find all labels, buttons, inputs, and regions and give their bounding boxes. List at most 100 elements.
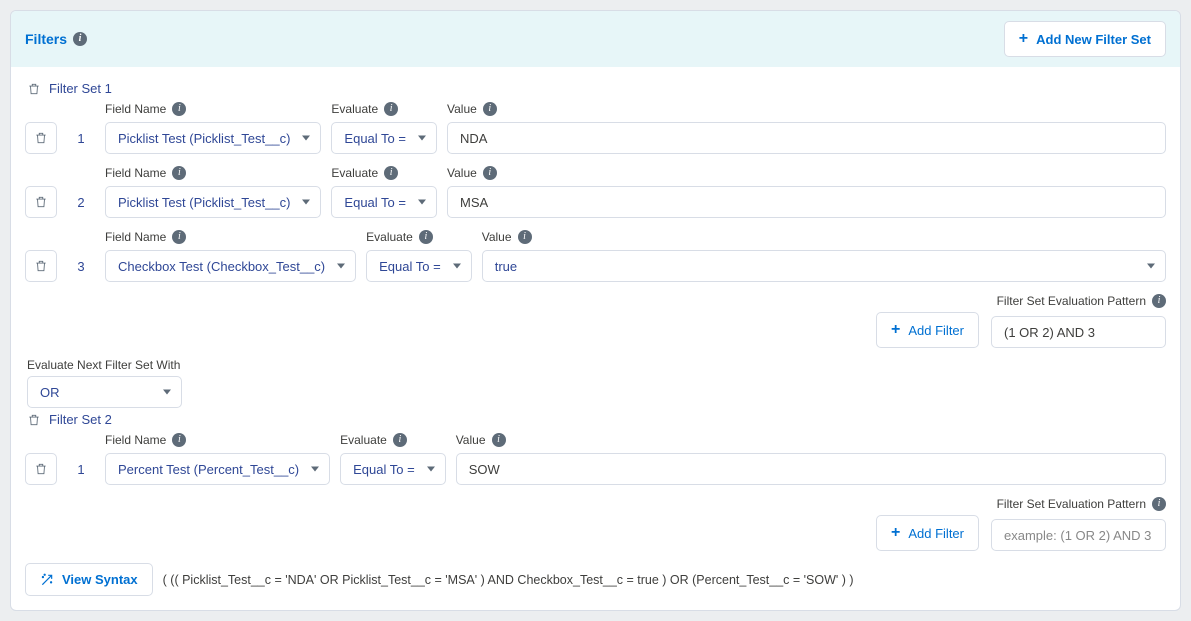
info-icon[interactable]: i — [384, 166, 398, 180]
evaluate-label: Evaluatei — [331, 166, 437, 180]
row-lead: 3 — [25, 250, 95, 282]
info-icon[interactable]: i — [73, 32, 87, 46]
add-new-filter-set-label: Add New Filter Set — [1036, 32, 1151, 47]
view-syntax-label: View Syntax — [62, 572, 138, 587]
evaluate-column: Evaluatei Equal To = — [331, 166, 437, 218]
value-label: Valuei — [447, 102, 1166, 116]
pattern-input[interactable]: (1 OR 2) AND 3 — [991, 316, 1166, 348]
wand-icon — [40, 573, 54, 587]
value-label: Valuei — [456, 433, 1166, 447]
info-icon[interactable]: i — [393, 433, 407, 447]
info-icon[interactable]: i — [172, 433, 186, 447]
filter-row: 3 Field Namei Checkbox Test (Checkbox_Test… — [25, 230, 1166, 282]
row-lead: 1 — [25, 453, 95, 485]
pattern-input[interactable]: example: (1 OR 2) AND 3 — [991, 519, 1166, 551]
row-lead: 2 — [25, 186, 95, 218]
delete-row-button[interactable] — [25, 186, 57, 218]
delete-row-button[interactable] — [25, 250, 57, 282]
add-filter-button[interactable]: +Add Filter — [876, 515, 979, 551]
value-label: Valuei — [482, 230, 1166, 244]
info-icon[interactable]: i — [419, 230, 433, 244]
delete-row-button[interactable] — [25, 122, 57, 154]
trash-icon[interactable] — [27, 82, 41, 96]
evaluate-column: EvaluateiEqual To = — [331, 102, 437, 154]
filter-row: 1 Field NameiPercent Test (Percent_Test__… — [25, 433, 1166, 485]
chevron-down-icon — [427, 467, 435, 472]
row-number: 2 — [67, 186, 95, 218]
value-input[interactable]: MSA — [447, 186, 1166, 218]
info-icon[interactable]: i — [384, 102, 398, 116]
row-lead: 1 — [25, 122, 95, 154]
evaluate-next-section: Evaluate Next Filter Set With OR — [27, 358, 1166, 408]
field-name-select[interactable]: Checkbox Test (Checkbox_Test__c) — [105, 250, 356, 282]
plus-icon: + — [891, 321, 900, 339]
value-column: Valuei MSA — [447, 166, 1166, 218]
delete-row-button[interactable] — [25, 453, 57, 485]
pattern-column: Filter Set Evaluation Patterni example: (… — [991, 497, 1166, 551]
chevron-down-icon — [302, 200, 310, 205]
chevron-down-icon — [311, 467, 319, 472]
evaluate-select[interactable]: Equal To = — [331, 122, 437, 154]
trash-icon[interactable] — [27, 413, 41, 427]
chevron-down-icon — [418, 136, 426, 141]
field-name-label: Field Namei — [105, 166, 321, 180]
value-column: Valuei NDA — [447, 102, 1166, 154]
field-name-column: Field NameiPicklist Test (Picklist_Test_… — [105, 102, 321, 154]
evaluate-select[interactable]: Equal To = — [366, 250, 472, 282]
filters-body: Filter Set 11Field NameiPicklist Test (P… — [11, 67, 1180, 610]
value-input[interactable]: NDA — [447, 122, 1166, 154]
chevron-down-icon — [453, 264, 461, 269]
filter-set-title: Filter Set 1 — [49, 81, 112, 96]
view-syntax-button[interactable]: View Syntax — [25, 563, 153, 596]
info-icon[interactable]: i — [483, 166, 497, 180]
info-icon[interactable]: i — [172, 102, 186, 116]
info-icon[interactable]: i — [1152, 294, 1166, 308]
evaluate-label: Evaluatei — [366, 230, 472, 244]
chevron-down-icon — [302, 136, 310, 141]
filters-header: Filters i + Add New Filter Set — [11, 11, 1180, 67]
add-new-filter-set-button[interactable]: + Add New Filter Set — [1004, 21, 1166, 57]
field-name-label: Field Namei — [105, 230, 356, 244]
filter-row: 1 Field NameiPicklist Test (Picklist_Test… — [25, 102, 1166, 154]
evaluate-select[interactable]: Equal To = — [331, 186, 437, 218]
value-label: Valuei — [447, 166, 1166, 180]
evaluate-label: Evaluatei — [340, 433, 446, 447]
field-name-select[interactable]: Picklist Test (Picklist_Test__c) — [105, 186, 321, 218]
info-icon[interactable]: i — [172, 230, 186, 244]
chevron-down-icon — [1147, 264, 1155, 269]
row-number: 1 — [67, 453, 95, 485]
info-icon[interactable]: i — [483, 102, 497, 116]
add-filter-button[interactable]: +Add Filter — [876, 312, 979, 348]
field-name-select[interactable]: Picklist Test (Picklist_Test__c) — [105, 122, 321, 154]
row-number: 1 — [67, 122, 95, 154]
filters-title: Filters i — [25, 31, 87, 47]
field-name-column: Field NameiPercent Test (Percent_Test__c… — [105, 433, 330, 485]
filter-set-title: Filter Set 2 — [49, 412, 112, 427]
chevron-down-icon — [337, 264, 345, 269]
value-input[interactable]: SOW — [456, 453, 1166, 485]
value-column: Valuei true — [482, 230, 1166, 282]
info-icon[interactable]: i — [518, 230, 532, 244]
filter-set-header: Filter Set 2 — [27, 412, 1166, 427]
row-number: 3 — [67, 250, 95, 282]
evaluate-column: Evaluatei Equal To = — [340, 433, 446, 485]
filters-panel: Filters i + Add New Filter Set Filter Se… — [10, 10, 1181, 611]
chevron-down-icon — [418, 200, 426, 205]
filter-row: 2 Field Namei Picklist Test (Picklist_Test… — [25, 166, 1166, 218]
evaluate-next-select[interactable]: OR — [27, 376, 182, 408]
syntax-text: ( (( Picklist_Test__c = 'NDA' OR Picklis… — [163, 573, 854, 587]
filter-set: Filter Set 2 1 Field NameiPercent Test (Pe… — [25, 412, 1166, 551]
evaluate-column: Evaluatei Equal To = — [366, 230, 472, 282]
filters-title-text: Filters — [25, 31, 67, 47]
plus-icon: + — [1019, 30, 1028, 48]
pattern-label: Filter Set Evaluation Patterni — [997, 497, 1166, 511]
value-input[interactable]: true — [482, 250, 1166, 282]
evaluate-select[interactable]: Equal To = — [340, 453, 446, 485]
syntax-row: View Syntax ( (( Picklist_Test__c = 'NDA… — [25, 563, 1166, 596]
info-icon[interactable]: i — [1152, 497, 1166, 511]
info-icon[interactable]: i — [172, 166, 186, 180]
info-icon[interactable]: i — [492, 433, 506, 447]
pattern-column: Filter Set Evaluation Patterni(1 OR 2) A… — [991, 294, 1166, 348]
evaluate-next-label: Evaluate Next Filter Set With — [27, 358, 1166, 372]
field-name-select[interactable]: Percent Test (Percent_Test__c) — [105, 453, 330, 485]
